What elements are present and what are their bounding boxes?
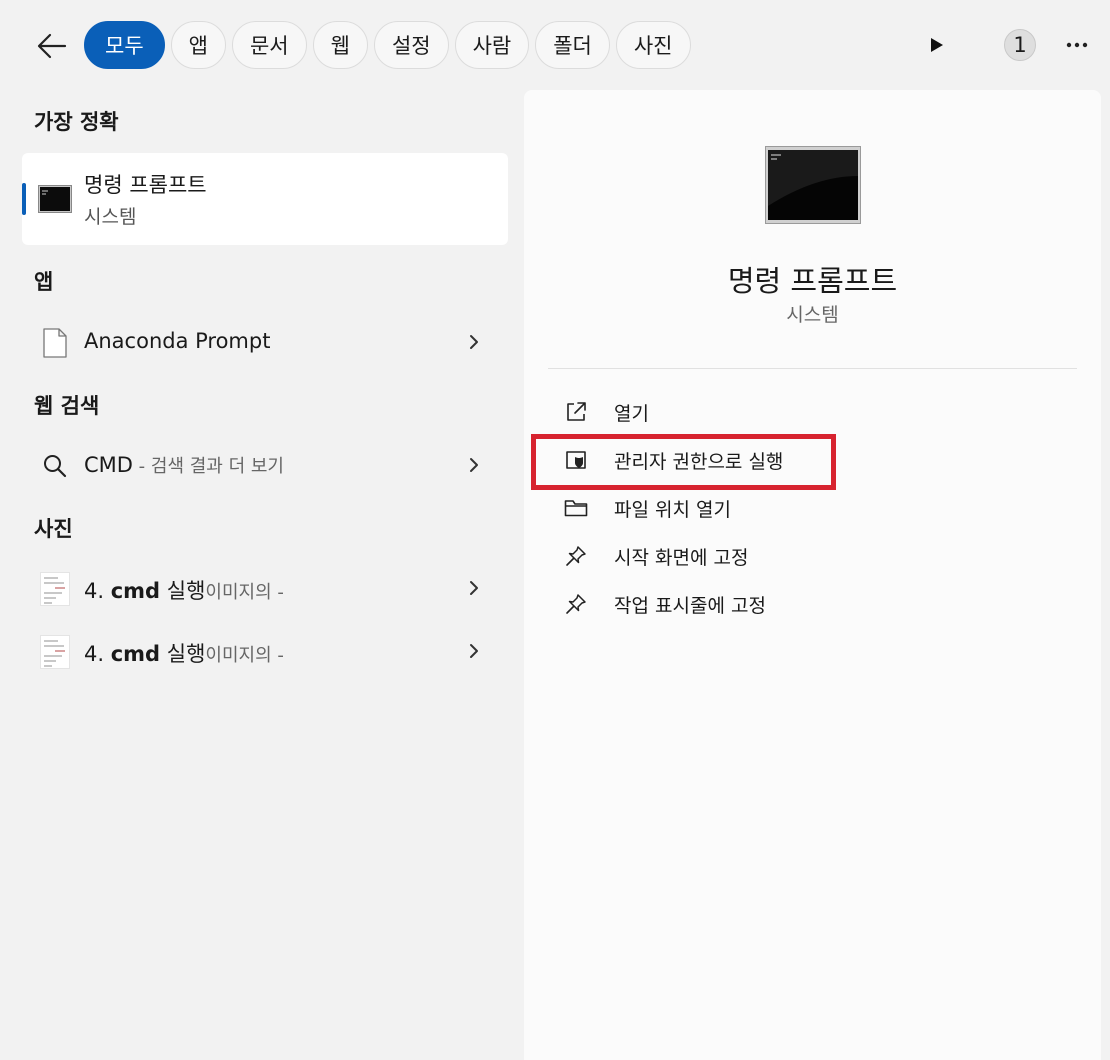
tab-all[interactable]: 모두 <box>84 21 165 69</box>
action-label: 파일 위치 열기 <box>614 498 731 521</box>
chevron-right-icon[interactable] <box>462 576 486 600</box>
divider <box>548 368 1077 369</box>
tab-settings[interactable]: 설정 <box>373 21 449 69</box>
rewards-badge[interactable]: 1 <box>1004 29 1036 61</box>
ellipsis-icon <box>1066 42 1088 48</box>
tab-folders[interactable]: 폴더 <box>535 21 610 69</box>
more-options-button[interactable] <box>1062 30 1092 60</box>
list-item[interactable]: Anaconda Prompt <box>22 316 508 368</box>
photo-thumbnail <box>38 572 72 606</box>
back-button[interactable] <box>34 28 70 64</box>
chevron-right-icon[interactable] <box>462 330 486 354</box>
detail-subtitle: 시스템 <box>786 304 839 326</box>
pin-icon <box>562 542 590 570</box>
open-action[interactable]: 열기 <box>556 392 1036 432</box>
photos-heading: 사진 <box>34 517 73 541</box>
run-as-admin-action[interactable]: 관리자 권한으로 실행 <box>556 440 1036 480</box>
open-external-icon <box>562 398 590 426</box>
best-match-title: 명령 프롬프트 <box>84 173 207 197</box>
action-label: 열기 <box>614 402 649 425</box>
action-label: 관리자 권한으로 실행 <box>614 450 784 473</box>
web-search-label: CMD - 검색 결과 더 보기 <box>84 452 284 478</box>
pin-icon <box>562 590 590 618</box>
selection-indicator <box>22 183 26 215</box>
best-match-heading: 가장 정확 <box>34 110 119 134</box>
web-search-query: CMD <box>84 453 133 477</box>
detail-title: 명령 프롬프트 <box>727 264 898 298</box>
action-label: 시작 화면에 고정 <box>614 546 749 569</box>
file-icon <box>38 326 72 360</box>
photo-title: 4. cmd 실행이미지의 - <box>84 642 284 666</box>
chevron-right-icon[interactable] <box>462 639 486 663</box>
detail-panel: 명령 프롬프트 시스템 열기 관리자 권한으로 실행 파일 위치 열기 시작 화… <box>524 90 1101 1060</box>
app-name: Anaconda Prompt <box>84 329 271 353</box>
chevron-right-icon[interactable] <box>462 453 486 477</box>
list-item[interactable]: 4. cmd 실행이미지의 - <box>22 625 508 677</box>
more-tabs-button[interactable] <box>922 30 952 60</box>
tab-apps[interactable]: 앱 <box>170 21 226 69</box>
tab-photos[interactable]: 사진 <box>615 21 691 69</box>
apps-heading: 앱 <box>34 270 54 294</box>
tab-documents[interactable]: 문서 <box>231 21 307 69</box>
photo-title: 4. cmd 실행이미지의 - <box>84 579 284 603</box>
tab-people[interactable]: 사람 <box>454 21 530 69</box>
pin-to-start-action[interactable]: 시작 화면에 고정 <box>556 536 1036 576</box>
list-item[interactable]: CMD - 검색 결과 더 보기 <box>22 439 508 491</box>
folder-icon <box>562 494 590 522</box>
command-prompt-icon <box>38 185 72 213</box>
best-match-subtitle: 시스템 <box>84 206 137 228</box>
list-item[interactable]: 4. cmd 실행이미지의 - <box>22 562 508 614</box>
play-arrow-icon <box>931 38 943 52</box>
shield-icon <box>562 446 590 474</box>
open-file-location-action[interactable]: 파일 위치 열기 <box>556 488 1036 528</box>
pin-to-taskbar-action[interactable]: 작업 표시줄에 고정 <box>556 584 1036 624</box>
search-icon <box>38 449 72 483</box>
filter-tabs: 모두 앱 문서 웹 설정 사람 폴더 사진 <box>84 21 691 69</box>
command-prompt-large-icon <box>765 146 861 224</box>
web-search-heading: 웹 검색 <box>34 394 100 418</box>
search-filter-bar: 모두 앱 문서 웹 설정 사람 폴더 사진 1 <box>0 0 1110 90</box>
back-arrow-icon <box>37 33 67 59</box>
tab-web[interactable]: 웹 <box>312 21 368 69</box>
best-match-result[interactable]: 명령 프롬프트 시스템 <box>22 153 508 245</box>
action-label: 작업 표시줄에 고정 <box>614 594 766 617</box>
web-search-suffix: - 검색 결과 더 보기 <box>132 456 284 477</box>
photo-thumbnail <box>38 635 72 669</box>
